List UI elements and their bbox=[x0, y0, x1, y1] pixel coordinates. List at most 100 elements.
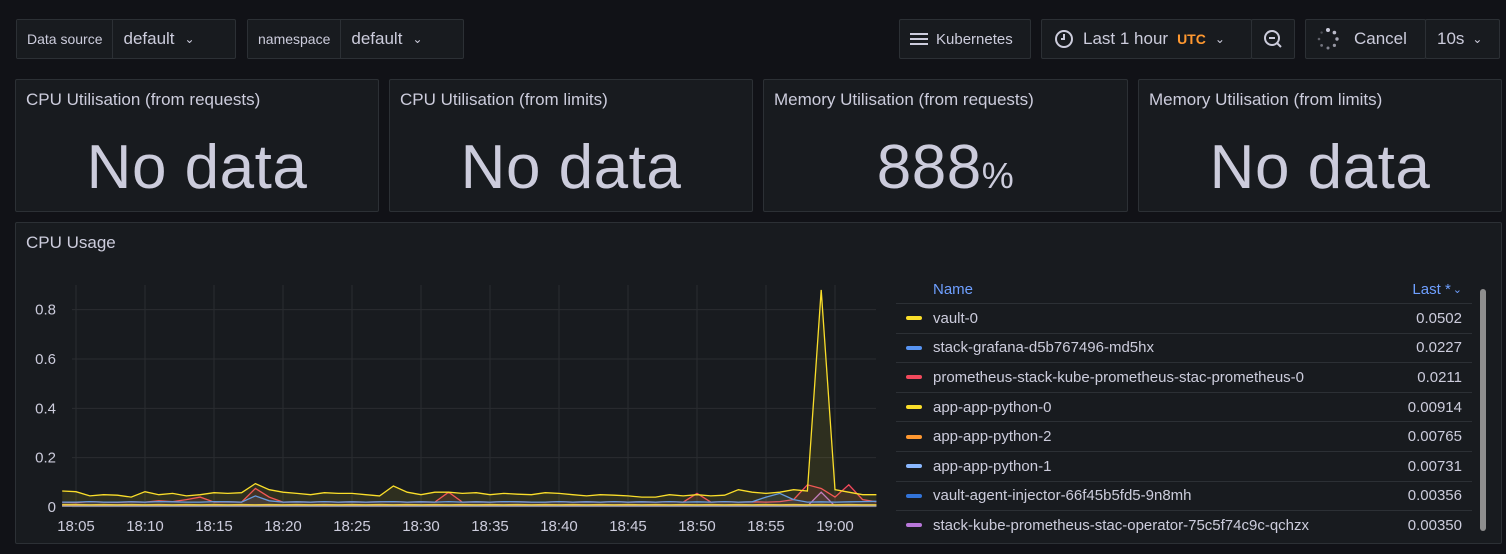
zoom-out-button[interactable] bbox=[1251, 19, 1295, 59]
stat-panel-memory-requests[interactable]: Memory Utilisation (from requests) 888% bbox=[763, 79, 1128, 212]
series-area bbox=[62, 289, 877, 507]
legend-series-name: vault-agent-injector-66f45b5fd5-9n8mh bbox=[933, 487, 1192, 505]
cpu-usage-panel[interactable]: CPU Usage 0 0.2 0.4 0.6 0.8 18:05 18:10 18:15 18… bbox=[15, 222, 1502, 544]
zoom-out-icon bbox=[1264, 30, 1282, 48]
x-tick-label: 18:30 bbox=[402, 518, 440, 535]
refresh-interval-picker[interactable]: 10s ⌄ bbox=[1425, 19, 1500, 59]
stat-number: No data bbox=[1209, 133, 1431, 202]
datasource-picker[interactable]: Data source default ⌄ bbox=[16, 19, 236, 59]
refresh-interval-value: 10s bbox=[1437, 29, 1465, 48]
stat-value: 888% bbox=[764, 132, 1127, 203]
x-tick-label: 18:20 bbox=[264, 518, 302, 535]
series-color-swatch bbox=[906, 375, 922, 380]
legend-row[interactable]: prometheus-stack-kube-prometheus-stac-pr… bbox=[896, 362, 1472, 392]
time-range-label: Last 1 hour bbox=[1083, 29, 1169, 48]
x-tick-label: 18:50 bbox=[678, 518, 716, 535]
legend-row[interactable]: stack-grafana-d5b767496-md5hx 0.0227 bbox=[896, 332, 1472, 363]
legend-row[interactable]: app-app-python-2 0.00765 bbox=[896, 421, 1472, 451]
legend-last-value: 0.00765 bbox=[1407, 428, 1462, 446]
legend-row[interactable]: vault-agent-injector-66f45b5fd5-9n8mh 0.0… bbox=[896, 480, 1472, 511]
legend-last-value: 0.00356 bbox=[1407, 487, 1462, 505]
legend-row[interactable]: app-app-python-0 0.00914 bbox=[896, 391, 1472, 422]
legend-series-name: stack-kube-prometheus-stac-operator-75c5… bbox=[933, 516, 1310, 534]
legend-row[interactable]: vault-0 0.0502 bbox=[896, 303, 1472, 333]
x-tick-label: 18:10 bbox=[126, 518, 164, 535]
stat-number: No data bbox=[460, 133, 682, 202]
legend-header: Name Last * ⌄ bbox=[896, 275, 1472, 303]
legend-header-name[interactable]: Name bbox=[933, 281, 1412, 298]
legend-series-name: app-app-python-1 bbox=[933, 457, 1052, 475]
chevron-down-icon: ⌄ bbox=[412, 32, 423, 46]
legend-last-value: 0.00350 bbox=[1407, 516, 1462, 534]
dashboard-link-label: Kubernetes bbox=[936, 30, 1013, 48]
legend-series-name: stack-grafana-d5b767496-md5hx bbox=[933, 339, 1154, 357]
legend-series-name: app-app-python-0 bbox=[933, 398, 1052, 416]
datasource-label: Data source bbox=[17, 20, 114, 58]
stat-panel-cpu-limits[interactable]: CPU Utilisation (from limits) No data bbox=[389, 79, 753, 212]
legend-header-last[interactable]: Last * bbox=[1412, 281, 1452, 298]
y-tick-label: 0.2 bbox=[35, 450, 56, 467]
series-line bbox=[62, 289, 877, 498]
legend-scrollbar[interactable] bbox=[1480, 289, 1486, 531]
x-tick-label: 18:05 bbox=[57, 518, 95, 535]
legend-series-name: app-app-python-2 bbox=[933, 428, 1052, 446]
timezone-badge: UTC bbox=[1177, 31, 1206, 47]
spinner-icon bbox=[1317, 28, 1339, 50]
chevron-down-icon: ⌄ bbox=[1472, 32, 1483, 46]
series-color-swatch bbox=[906, 405, 922, 410]
stat-value: No data bbox=[16, 132, 378, 203]
legend-last-value: 0.0502 bbox=[1416, 309, 1462, 327]
namespace-value: default bbox=[351, 29, 403, 48]
legend-last-value: 0.00731 bbox=[1407, 457, 1462, 475]
legend-row[interactable]: stack-kube-prometheus-stac-operator-75c5… bbox=[896, 510, 1472, 540]
x-tick-label: 18:15 bbox=[195, 518, 233, 535]
cancel-label: Cancel bbox=[1354, 29, 1407, 48]
panel-title: Memory Utilisation (from requests) bbox=[774, 90, 1034, 109]
x-tick-label: 18:45 bbox=[609, 518, 647, 535]
stat-panel-cpu-requests[interactable]: CPU Utilisation (from requests) No data bbox=[15, 79, 379, 212]
series-color-swatch bbox=[906, 434, 922, 439]
clock-icon bbox=[1055, 30, 1073, 48]
stat-unit: % bbox=[981, 155, 1015, 196]
series-color-swatch bbox=[906, 464, 922, 469]
legend-row[interactable]: app-app-python-1 0.00731 bbox=[896, 451, 1472, 481]
time-range-picker[interactable]: Last 1 hour UTC ⌄ bbox=[1041, 19, 1252, 59]
stat-number: No data bbox=[86, 133, 308, 202]
namespace-label: namespace bbox=[248, 20, 342, 58]
x-tick-label: 18:55 bbox=[747, 518, 785, 535]
panel-title: Memory Utilisation (from limits) bbox=[1149, 90, 1383, 109]
legend-last-value: 0.00914 bbox=[1407, 398, 1462, 416]
chevron-down-icon: ⌄ bbox=[1214, 32, 1225, 46]
x-tick-label: 18:35 bbox=[471, 518, 509, 535]
cancel-refresh-button[interactable]: Cancel bbox=[1305, 19, 1426, 59]
cpu-usage-chart[interactable]: 0 0.2 0.4 0.6 0.8 18:05 18:10 18:15 18:20 18:25 18… bbox=[16, 223, 894, 545]
namespace-select[interactable]: default ⌄ bbox=[341, 29, 432, 49]
dashboard-link-button[interactable]: Kubernetes bbox=[899, 19, 1031, 59]
x-tick-label: 18:40 bbox=[540, 518, 578, 535]
chevron-down-icon: ⌄ bbox=[184, 32, 195, 46]
stat-value: No data bbox=[390, 132, 752, 203]
stat-value: No data bbox=[1139, 132, 1501, 203]
datasource-value: default bbox=[123, 29, 175, 48]
series-color-swatch bbox=[906, 493, 922, 498]
panel-title: CPU Utilisation (from limits) bbox=[400, 90, 608, 109]
panel-title: CPU Utilisation (from requests) bbox=[26, 90, 261, 109]
y-tick-label: 0.8 bbox=[35, 302, 56, 319]
series-color-swatch bbox=[906, 316, 922, 321]
x-tick-label: 19:00 bbox=[816, 518, 854, 535]
y-tick-label: 0 bbox=[48, 499, 56, 516]
stat-panel-memory-limits[interactable]: Memory Utilisation (from limits) No data bbox=[1138, 79, 1502, 212]
legend-last-value: 0.0227 bbox=[1416, 339, 1462, 357]
datasource-select[interactable]: default ⌄ bbox=[113, 29, 204, 49]
x-tick-label: 18:25 bbox=[333, 518, 371, 535]
legend-last-value: 0.0211 bbox=[1417, 368, 1462, 386]
stat-number: 888 bbox=[876, 133, 982, 202]
legend-series-name: vault-0 bbox=[933, 309, 979, 327]
legend-series-name: prometheus-stack-kube-prometheus-stac-pr… bbox=[933, 368, 1304, 386]
legend-table: Name Last * ⌄ vault-0 0.0502 stack-grafana… bbox=[896, 275, 1472, 539]
series-color-swatch bbox=[906, 345, 922, 350]
y-tick-label: 0.4 bbox=[35, 400, 56, 417]
namespace-picker[interactable]: namespace default ⌄ bbox=[247, 19, 464, 59]
series-color-swatch bbox=[906, 523, 922, 528]
menu-icon bbox=[910, 33, 928, 45]
